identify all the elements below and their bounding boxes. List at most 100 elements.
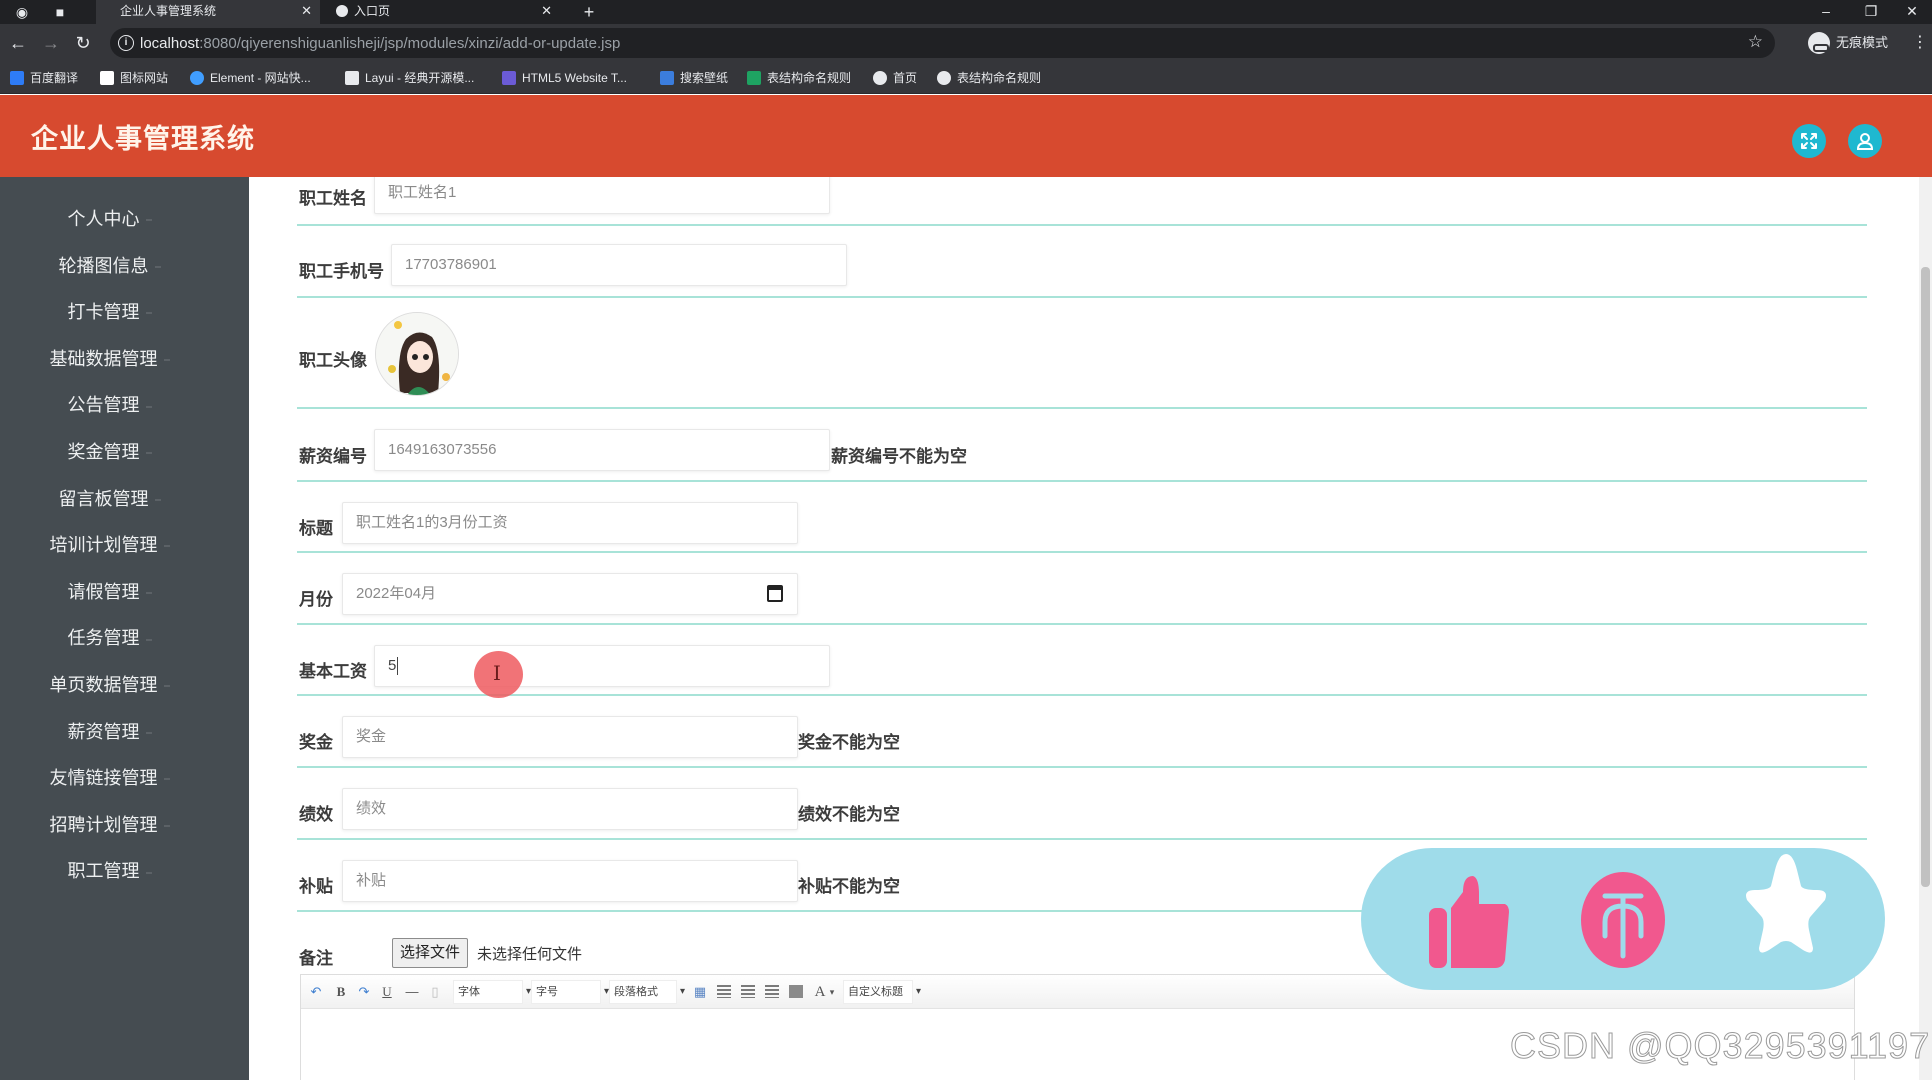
- avatar-image[interactable]: [375, 312, 459, 396]
- address-bar: ← → ↻ i localhost:8080/qiyerenshiguanlis…: [0, 24, 1932, 62]
- form-row-month: 月份 2022年04月: [297, 553, 1867, 625]
- sidebar-item-label: 轮播图信息: [58, 255, 149, 276]
- sidebar-item-label: 公告管理: [67, 395, 140, 416]
- font-color-dropdown-icon[interactable]: ▾: [828, 983, 836, 1001]
- minimize-button[interactable]: –: [1806, 0, 1846, 24]
- wallpaper-icon: [660, 71, 674, 85]
- sidebar-item[interactable]: 轮播图信息: [0, 246, 219, 286]
- avatar-illustration: [376, 313, 458, 395]
- reload-button[interactable]: ↻: [72, 32, 94, 54]
- horizontal-rule-icon[interactable]: —: [405, 983, 419, 1001]
- bold-button[interactable]: B: [335, 983, 347, 1001]
- performance-input[interactable]: 绩效: [342, 788, 798, 830]
- redo-icon[interactable]: ↷: [357, 983, 371, 1001]
- back-button[interactable]: ←: [7, 32, 29, 54]
- bookmark-label: HTML5 Website T...: [522, 71, 627, 85]
- browser-tab-active[interactable]: 企业人事管理系统 ✕: [96, 0, 320, 24]
- new-tab-button[interactable]: +: [579, 2, 599, 22]
- bookmark-item[interactable]: Layui - 经典开源模...: [345, 68, 474, 88]
- undo-icon[interactable]: ↶: [309, 983, 323, 1001]
- sidebar-item-label: 招聘计划管理: [49, 814, 158, 835]
- close-tab-icon[interactable]: ✕: [301, 0, 312, 22]
- sidebar-item[interactable]: 培训计划管理: [0, 525, 219, 565]
- sidebar-item[interactable]: 奖金管理: [0, 432, 219, 472]
- align-left-icon[interactable]: [717, 985, 731, 998]
- paragraph-format-select[interactable]: 段落格式: [609, 980, 685, 1004]
- bookmark-item[interactable]: 表结构命名规则: [747, 68, 851, 88]
- bookmark-item[interactable]: 百度翻译: [10, 68, 78, 88]
- like-button[interactable]: [1421, 868, 1511, 968]
- url-input[interactable]: i localhost:8080/qiyerenshiguanlisheji/j…: [110, 28, 1775, 58]
- table-icon[interactable]: ▦: [693, 983, 707, 1001]
- forward-button[interactable]: →: [40, 32, 62, 54]
- sidebar-item-label: 打卡管理: [67, 302, 140, 323]
- subsidy-error: 补贴不能为空: [798, 877, 900, 896]
- page-scrollbar[interactable]: [1919, 177, 1932, 1080]
- restore-button[interactable]: ❐: [1851, 0, 1891, 24]
- sidebar-item[interactable]: 友情链接管理: [0, 758, 219, 798]
- bonus-input[interactable]: 奖金: [342, 716, 798, 758]
- font-color-button[interactable]: A: [813, 983, 827, 1001]
- phone-input[interactable]: 17703786901: [391, 244, 847, 286]
- sidebar-item[interactable]: 个人中心: [0, 199, 219, 239]
- choose-file-button[interactable]: 选择文件: [392, 938, 469, 968]
- calendar-icon[interactable]: [767, 585, 783, 602]
- browser-menu-icon[interactable]: ◉: [12, 2, 32, 22]
- sidebar-item[interactable]: 薪资管理: [0, 712, 219, 752]
- bookmark-label: 首页: [893, 71, 918, 85]
- font-size-select[interactable]: 字号: [531, 980, 609, 1004]
- sidebar-item[interactable]: 打卡管理: [0, 292, 219, 332]
- align-right-icon[interactable]: [741, 985, 755, 998]
- month-input[interactable]: 2022年04月: [342, 573, 798, 615]
- subsidy-input[interactable]: 补贴: [342, 860, 798, 902]
- bookmark-item[interactable]: 图标网站: [100, 68, 168, 88]
- bookmark-star-icon[interactable]: ☆: [1748, 32, 1763, 52]
- sidebar-item[interactable]: 职工管理: [0, 851, 219, 891]
- fullscreen-button[interactable]: [1792, 124, 1826, 158]
- user-button[interactable]: [1848, 124, 1882, 158]
- coin-button[interactable]: [1581, 868, 1671, 968]
- bonus-label: 奖金: [299, 733, 333, 752]
- bookmark-item[interactable]: Element - 网站快...: [190, 68, 311, 88]
- close-window-button[interactable]: ✕: [1892, 0, 1932, 24]
- bookmark-item[interactable]: 表结构命名规则: [937, 68, 1041, 88]
- bookmark-label: 搜索壁纸: [680, 71, 729, 85]
- bookmark-item[interactable]: HTML5 Website T...: [502, 68, 627, 88]
- page-icon[interactable]: ▯: [429, 983, 441, 1001]
- baidu-translate-icon: [10, 71, 24, 85]
- favorite-button[interactable]: [1741, 850, 1831, 953]
- sidebar-item[interactable]: 基础数据管理: [0, 339, 219, 379]
- sidebar-item[interactable]: 招聘计划管理: [0, 805, 219, 845]
- font-family-select[interactable]: 字体: [453, 980, 531, 1004]
- base-salary-input[interactable]: 5: [374, 645, 830, 687]
- bookmark-item[interactable]: 搜索壁纸: [660, 68, 728, 88]
- sidebar-item[interactable]: 公告管理: [0, 385, 219, 425]
- custom-title-select[interactable]: 自定义标题: [843, 980, 921, 1004]
- browser-menu-button[interactable]: ⋮: [1912, 33, 1928, 53]
- title-label: 标题: [299, 519, 333, 538]
- close-tab-icon[interactable]: ✕: [541, 0, 552, 22]
- salary-no-input[interactable]: 1649163073556: [374, 429, 830, 471]
- sidebar-item[interactable]: 请假管理: [0, 572, 219, 612]
- tab-title: 入口页: [354, 4, 391, 18]
- site-info-icon[interactable]: i: [118, 35, 134, 51]
- sidebar-item[interactable]: 任务管理: [0, 618, 219, 658]
- scrollbar-thumb[interactable]: [1921, 267, 1930, 887]
- sidebar-item[interactable]: 留言板管理: [0, 479, 219, 519]
- title-input[interactable]: 职工姓名1的3月份工资: [342, 502, 798, 544]
- browser-tab[interactable]: 入口页 ✕: [330, 0, 560, 24]
- tab-search-icon[interactable]: ■: [50, 2, 70, 22]
- incognito-badge[interactable]: 无痕模式: [1808, 31, 1888, 55]
- globe-icon: [336, 5, 348, 17]
- bookmark-label: Element - 网站快...: [210, 71, 311, 85]
- subsidy-label: 补贴: [299, 877, 333, 896]
- align-justify-icon[interactable]: [789, 985, 803, 998]
- name-input[interactable]: 职工姓名1: [374, 177, 830, 214]
- align-center-icon[interactable]: [765, 985, 779, 998]
- form-row-base-salary: 基本工资 5: [297, 625, 1867, 696]
- underline-button[interactable]: U: [381, 983, 393, 1001]
- chevron-icon: [163, 359, 170, 362]
- bookmark-item[interactable]: 首页: [873, 68, 917, 88]
- sidebar-item[interactable]: 单页数据管理: [0, 665, 219, 705]
- month-label: 月份: [299, 590, 333, 609]
